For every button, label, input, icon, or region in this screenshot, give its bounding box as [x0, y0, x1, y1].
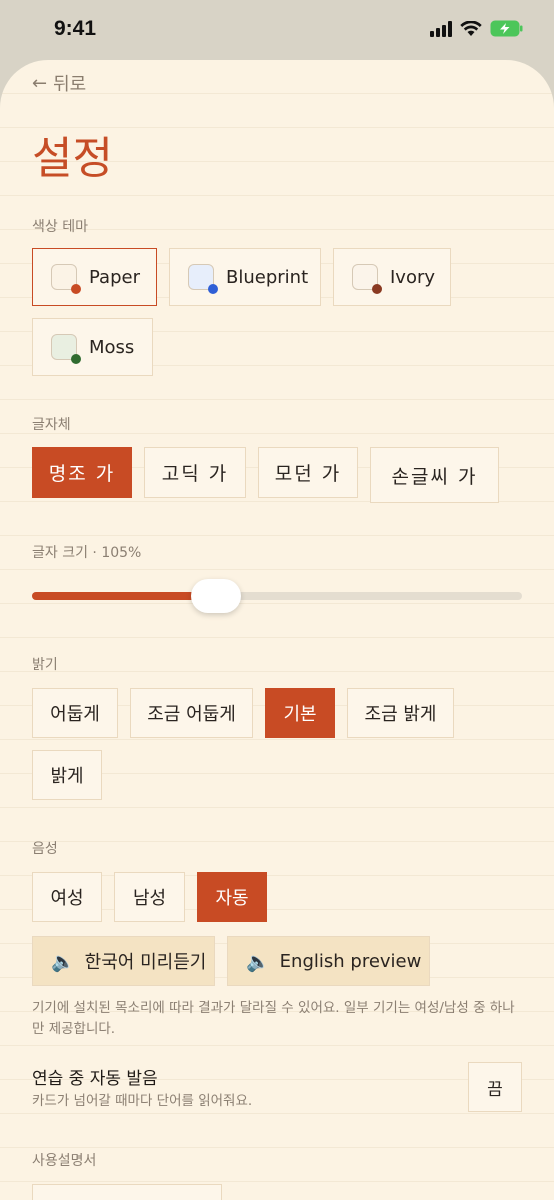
brightness-option-dark[interactable]: 어둡게 [32, 688, 118, 738]
font-size-label: 글자 크기 · 105% [32, 545, 142, 561]
theme-option-moss[interactable]: Moss [32, 318, 153, 376]
brightness-section-label: 밝기 [32, 657, 58, 673]
font-option-handwriting[interactable]: 손글씨 가 [370, 447, 499, 503]
wifi-icon [460, 20, 482, 37]
back-label: 뒤로 [53, 74, 87, 95]
theme-option-paper[interactable]: Paper [32, 248, 157, 306]
theme-option-label: Paper [89, 266, 140, 288]
font-section-label: 글자체 [32, 417, 71, 433]
moss-swatch-icon [51, 334, 81, 364]
voice-option-male[interactable]: 남성 [114, 872, 185, 922]
page-title: 설정 [32, 133, 113, 184]
speaker-icon: 🔈 [246, 950, 270, 973]
status-bar: 9:41 [0, 0, 554, 60]
brightness-option-bright[interactable]: 밝게 [32, 750, 102, 800]
theme-section-label: 색상 테마 [32, 219, 88, 235]
font-option-myeongjo[interactable]: 명조 가 [32, 447, 132, 498]
speaker-icon: 🔈 [51, 950, 75, 973]
ivory-swatch-icon [352, 264, 382, 294]
english-preview-button[interactable]: 🔈 English preview [227, 936, 430, 986]
voice-section-label: 음성 [32, 841, 58, 857]
settings-sheet: ← 뒤로 설정 색상 테마 Paper Blueprint Ivory Moss… [0, 60, 554, 1200]
font-option-modern[interactable]: 모던 가 [258, 447, 358, 498]
slider-fill [32, 592, 209, 600]
brightness-option-default[interactable]: 기본 [265, 688, 335, 738]
cellular-signal-icon [430, 20, 452, 37]
voice-option-female[interactable]: 여성 [32, 872, 102, 922]
auto-pronounce-toggle[interactable]: 끔 [468, 1062, 522, 1112]
korean-preview-button[interactable]: 🔈 한국어 미리듣기 [32, 936, 215, 986]
english-preview-label: English preview [279, 950, 422, 972]
brightness-option-slightly-dark[interactable]: 조금 어둡게 [130, 688, 253, 738]
brightness-option-slightly-bright[interactable]: 조금 밝게 [347, 688, 454, 738]
korean-preview-label: 한국어 미리듣기 [84, 952, 207, 973]
theme-option-label: Blueprint [226, 266, 309, 288]
voice-option-auto[interactable]: 자동 [197, 872, 267, 922]
theme-option-label: Ivory [390, 266, 436, 288]
font-option-gothic[interactable]: 고딕 가 [144, 447, 246, 498]
theme-option-blueprint[interactable]: Blueprint [169, 248, 321, 306]
auto-pronounce-subtitle: 카드가 넘어갈 때마다 단어를 읽어줘요. [32, 1093, 253, 1109]
voice-help-text: 기기에 설치된 목소리에 따라 결과가 달라질 수 있어요. 일부 기기는 여성… [32, 1000, 515, 1037]
theme-option-label: Moss [89, 336, 135, 358]
paper-swatch-icon [51, 264, 81, 294]
back-button[interactable]: ← 뒤로 [32, 70, 86, 96]
slider-thumb[interactable] [191, 579, 242, 613]
battery-charging-icon [490, 20, 524, 37]
font-size-slider[interactable] [32, 592, 522, 600]
arrow-left-icon: ← [32, 72, 48, 94]
manual-section-label: 사용설명서 [32, 1153, 97, 1169]
status-time: 9:41 [54, 17, 97, 40]
manual-card[interactable] [32, 1184, 222, 1200]
auto-pronounce-title: 연습 중 자동 발음 [32, 1069, 158, 1089]
blueprint-swatch-icon [188, 264, 218, 294]
theme-option-ivory[interactable]: Ivory [333, 248, 451, 306]
status-icons [430, 20, 524, 37]
